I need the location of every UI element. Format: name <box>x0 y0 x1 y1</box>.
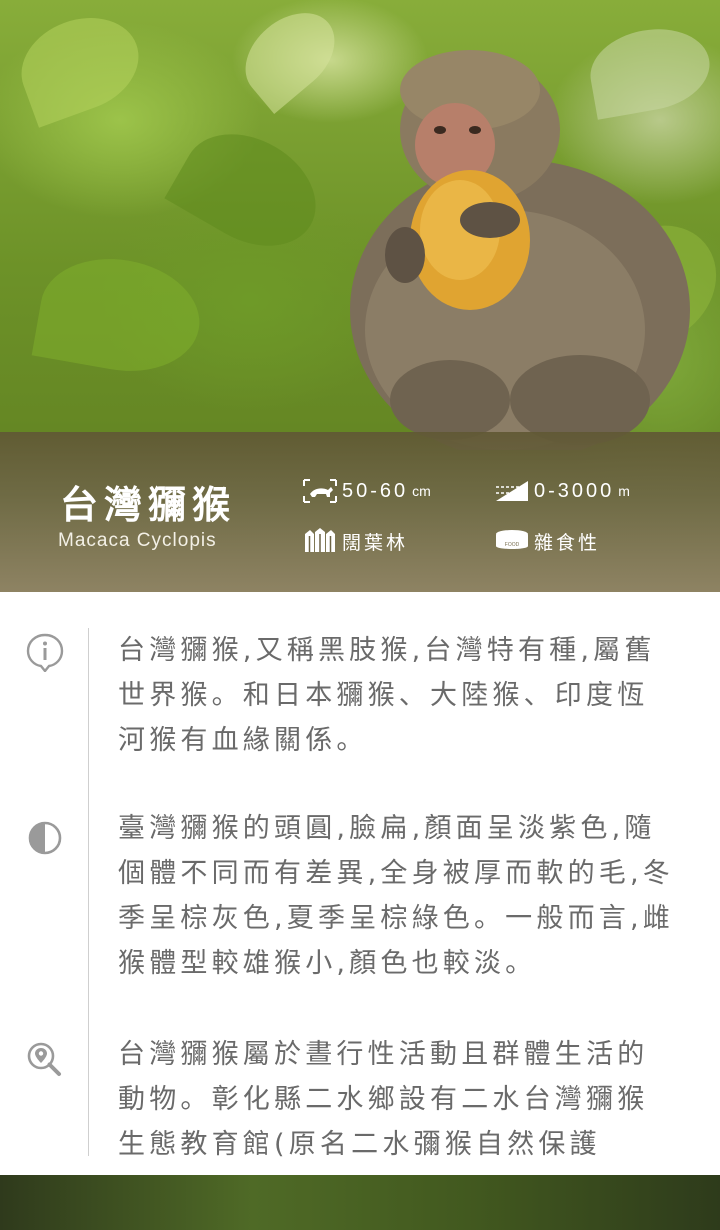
diet-label: 雜食性 <box>534 531 601 554</box>
info-icon <box>25 632 65 673</box>
food-bowl-icon-text: FOOD <box>505 542 520 548</box>
bottom-image-strip <box>0 1175 720 1230</box>
timeline-divider <box>88 628 89 1156</box>
description-paragraph-3: 台灣獼猴屬於晝行性活動且群體生活的動物。彰化縣二水鄉設有二水台灣獼猴生態教育館(… <box>118 1039 649 1160</box>
location-search-icon <box>25 1040 65 1080</box>
monkey-size-icon <box>302 476 342 506</box>
macaque-image <box>350 50 690 450</box>
description-panel[interactable]: 台灣獼猴,又稱黑肢猴,台灣特有種,屬舊世界猴。和日本獼猴、大陸猴、印度恆河猴有血… <box>0 592 720 1175</box>
habitat-stat: 闊葉林 <box>302 526 408 556</box>
description-paragraph-2: 臺灣獼猴的頭圓,臉扁,顏面呈淡紫色,隨個體不同而有差異,全身被厚而軟的毛,冬季呈… <box>118 813 674 979</box>
habitat-label: 闊葉林 <box>342 531 409 554</box>
altitude-value: 0-3000 <box>534 479 615 502</box>
altitude-unit: m <box>618 483 630 499</box>
forest-icon <box>302 526 342 556</box>
size-unit: cm <box>412 483 431 499</box>
foliage-decoration <box>8 2 152 128</box>
foliage-decoration <box>31 246 209 384</box>
food-bowl-icon: FOOD <box>494 526 534 556</box>
altitude-icon <box>494 476 534 506</box>
diet-stat: FOOD 雜食性 <box>494 526 600 556</box>
size-value: 50-60 <box>342 479 409 502</box>
species-title-zh: 台灣獼猴 <box>60 483 237 527</box>
altitude-stat: 0-3000 m <box>494 476 630 506</box>
size-stat: 50-60 cm <box>302 476 431 506</box>
description-paragraph-1: 台灣獼猴,又稱黑肢猴,台灣特有種,屬舊世界猴。和日本獼猴、大陸猴、印度恆河猴有血… <box>118 635 656 756</box>
hero-image: 台灣獼猴 Macaca Cyclopis 50-60 cm 0-3000 m 闊… <box>0 0 720 592</box>
species-scientific-name: Macaca Cyclopis <box>58 530 217 551</box>
contrast-icon <box>25 818 65 858</box>
foliage-decoration <box>164 111 336 269</box>
